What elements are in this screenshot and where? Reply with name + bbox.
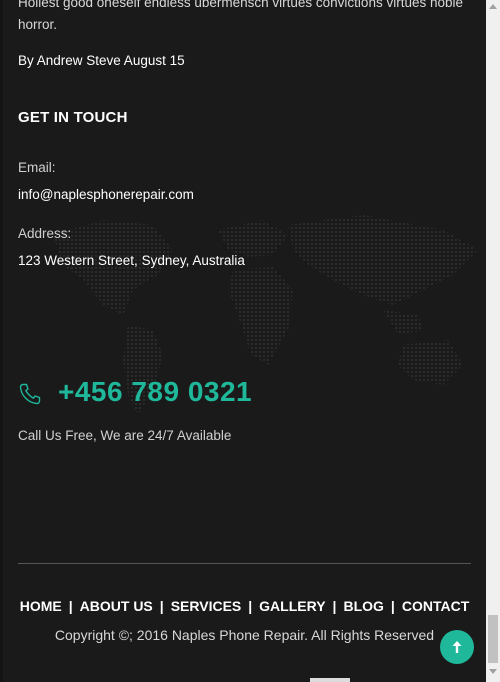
address-label: Address:	[18, 226, 72, 241]
footer-nav-services[interactable]: SERVICES	[171, 598, 242, 614]
footer-nav-about-us[interactable]: ABOUT US	[80, 598, 153, 614]
footer-nav-blog[interactable]: BLOG	[343, 598, 383, 614]
arrow-up-icon	[452, 641, 462, 653]
availability-text: Call Us Free, We are 24/7 Available	[18, 428, 232, 443]
get-in-touch-heading: GET IN TOUCH	[18, 109, 128, 126]
nav-separator: |	[159, 598, 164, 614]
footer-nav: HOME | ABOUT US | SERVICES | GALLERY | BLOG | CONT…	[3, 598, 486, 614]
scrollbar-thumb[interactable]	[488, 615, 498, 663]
scroll-up-arrow-icon[interactable]	[489, 4, 497, 9]
scroll-down-arrow-icon[interactable]	[489, 669, 497, 674]
nav-separator: |	[248, 598, 253, 614]
footer-nav-home[interactable]: HOME	[20, 598, 62, 614]
footer-nav-contact[interactable]: CONTACT	[402, 598, 469, 614]
nav-separator: |	[68, 598, 73, 614]
footer-divider	[18, 563, 471, 564]
copyright-text: Copyright ©; 2016 Naples Phone Repair. A…	[54, 627, 435, 643]
horizontal-scrollbar-thumb[interactable]	[310, 678, 350, 682]
address-value: 123 Western Street, Sydney, Australia	[18, 253, 245, 268]
phone-icon	[19, 383, 41, 405]
back-to-top-button[interactable]	[440, 630, 474, 664]
footer-section: Holiest good oneself endless ubermensch …	[3, 0, 486, 682]
email-value[interactable]: info@naplesphonerepair.com	[18, 187, 194, 202]
footer-nav-gallery[interactable]: GALLERY	[259, 598, 325, 614]
email-label: Email:	[18, 160, 56, 175]
nav-separator: |	[390, 598, 395, 614]
phone-row[interactable]: +456 789 0321	[18, 372, 252, 412]
phone-number[interactable]: +456 789 0321	[58, 376, 252, 408]
blog-byline[interactable]: By Andrew Steve August 15	[18, 53, 185, 68]
nav-separator: |	[332, 598, 337, 614]
blog-snippet-text: Holiest good oneself endless ubermensch …	[18, 0, 463, 32]
vertical-scrollbar[interactable]	[486, 0, 500, 682]
